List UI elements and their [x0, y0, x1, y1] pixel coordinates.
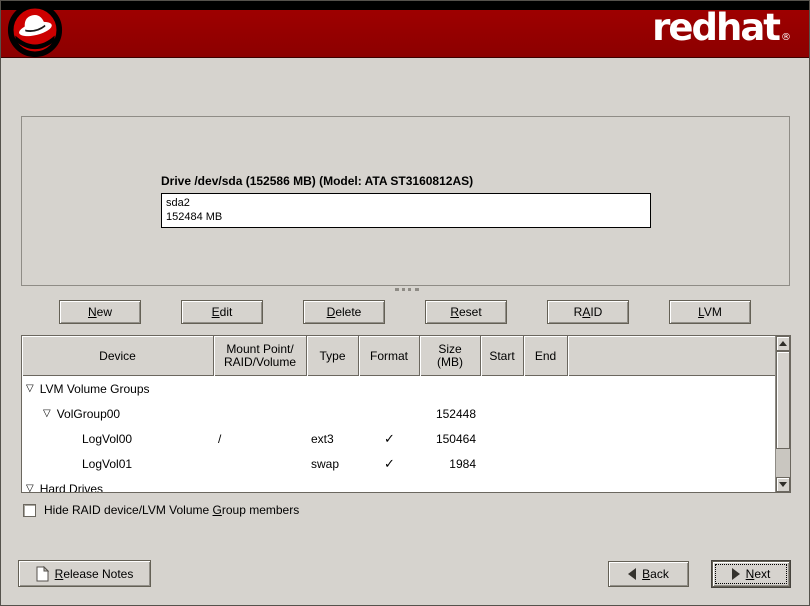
- release-notes-label: Release Notes: [55, 567, 134, 581]
- lvm-button-label: LVM: [698, 305, 722, 319]
- down-arrow-icon: [779, 482, 787, 487]
- partition-table: Device Mount Point/ RAID/Volume Type For…: [21, 335, 791, 493]
- release-notes-icon: [36, 566, 49, 582]
- size-cell: 1984: [420, 457, 481, 471]
- column-header-format[interactable]: Format: [359, 336, 420, 376]
- expander-icon[interactable]: ▽: [26, 484, 34, 493]
- back-button[interactable]: Back: [608, 561, 689, 587]
- scrollbar-thumb[interactable]: [776, 351, 790, 449]
- raid-button[interactable]: RAID: [547, 300, 629, 324]
- table-row-lvm-volume-groups[interactable]: ▽ LVM Volume Groups: [22, 376, 775, 401]
- next-button[interactable]: Next: [712, 561, 790, 587]
- table-row-hard-drives[interactable]: ▽ Hard Drives: [22, 476, 775, 492]
- partition-size: 152484 MB: [166, 210, 646, 224]
- type-cell: swap: [307, 457, 359, 471]
- mount-cell: /: [214, 432, 307, 446]
- reset-button-label: Reset: [450, 305, 481, 319]
- column-header-size[interactable]: Size (MB): [420, 336, 481, 376]
- scroll-down-button[interactable]: [776, 477, 790, 492]
- registered-mark: ®: [781, 32, 791, 43]
- column-header-mount-point[interactable]: Mount Point/ RAID/Volume: [214, 336, 307, 376]
- partition-label: sda2: [166, 196, 646, 210]
- pane-splitter-grip[interactable]: [395, 288, 419, 293]
- raid-button-label: RAID: [574, 305, 603, 319]
- delete-button[interactable]: Delete: [303, 300, 385, 324]
- back-arrow-icon: [628, 568, 636, 580]
- drive-visualization-panel: Drive /dev/sda (152586 MB) (Model: ATA S…: [21, 116, 790, 286]
- vertical-scrollbar[interactable]: [775, 336, 790, 492]
- size-cell: 152448: [420, 407, 481, 421]
- device-label: LogVol01: [82, 457, 132, 471]
- device-label: LogVol00: [82, 432, 132, 446]
- partition-sda2[interactable]: sda2 152484 MB: [161, 193, 651, 228]
- redhat-logotype: redhat®: [652, 8, 791, 58]
- up-arrow-icon: [779, 341, 787, 346]
- hide-members-checkbox[interactable]: [23, 504, 36, 517]
- installer-window: redhat® Drive /dev/sda (152586 MB) (Mode…: [0, 0, 810, 606]
- column-header-type[interactable]: Type: [307, 336, 359, 376]
- column-header-end[interactable]: End: [524, 336, 568, 376]
- scroll-up-button[interactable]: [776, 336, 790, 351]
- delete-button-label: Delete: [327, 305, 362, 319]
- scrollbar-track[interactable]: [776, 449, 790, 477]
- next-arrow-icon: [732, 568, 740, 580]
- next-button-label: Next: [746, 567, 771, 581]
- table-header: Device Mount Point/ RAID/Volume Type For…: [22, 336, 775, 376]
- device-label: VolGroup00: [57, 407, 120, 421]
- header-bar: redhat®: [1, 1, 810, 58]
- device-label: Hard Drives: [40, 482, 103, 493]
- new-button-label: New: [88, 305, 112, 319]
- expander-icon[interactable]: ▽: [26, 384, 34, 394]
- column-header-filler: [568, 336, 775, 376]
- back-button-label: Back: [642, 567, 669, 581]
- table-body: ▽ LVM Volume Groups ▽ VolGroup00: [22, 376, 775, 492]
- new-button[interactable]: New: [59, 300, 141, 324]
- brand-text: redhat: [652, 6, 779, 49]
- edit-button-label: Edit: [212, 305, 233, 319]
- redhat-shadowman-logo: [7, 2, 63, 58]
- hide-members-option: Hide RAID device/LVM Volume Group member…: [23, 502, 299, 518]
- hide-members-label[interactable]: Hide RAID device/LVM Volume Group member…: [44, 503, 299, 517]
- table-row-logvol01[interactable]: LogVol01 swap ✓ 1984: [22, 451, 775, 476]
- size-cell: 150464: [420, 432, 481, 446]
- table-row-logvol00[interactable]: LogVol00 / ext3 ✓ 150464: [22, 426, 775, 451]
- lvm-button[interactable]: LVM: [669, 300, 751, 324]
- edit-button[interactable]: Edit: [181, 300, 263, 324]
- table-row-volgroup00[interactable]: ▽ VolGroup00 152448: [22, 401, 775, 426]
- partition-toolbar: New Edit Delete Reset RAID LVM: [59, 300, 751, 324]
- device-label: LVM Volume Groups: [40, 382, 150, 396]
- release-notes-button[interactable]: Release Notes: [18, 560, 151, 587]
- format-checkmark: ✓: [359, 431, 420, 447]
- drive-title: Drive /dev/sda (152586 MB) (Model: ATA S…: [161, 174, 473, 188]
- format-checkmark: ✓: [359, 456, 420, 472]
- reset-button[interactable]: Reset: [425, 300, 507, 324]
- column-header-start[interactable]: Start: [481, 336, 524, 376]
- type-cell: ext3: [307, 432, 359, 446]
- column-header-device[interactable]: Device: [22, 336, 214, 376]
- expander-icon[interactable]: ▽: [43, 409, 51, 419]
